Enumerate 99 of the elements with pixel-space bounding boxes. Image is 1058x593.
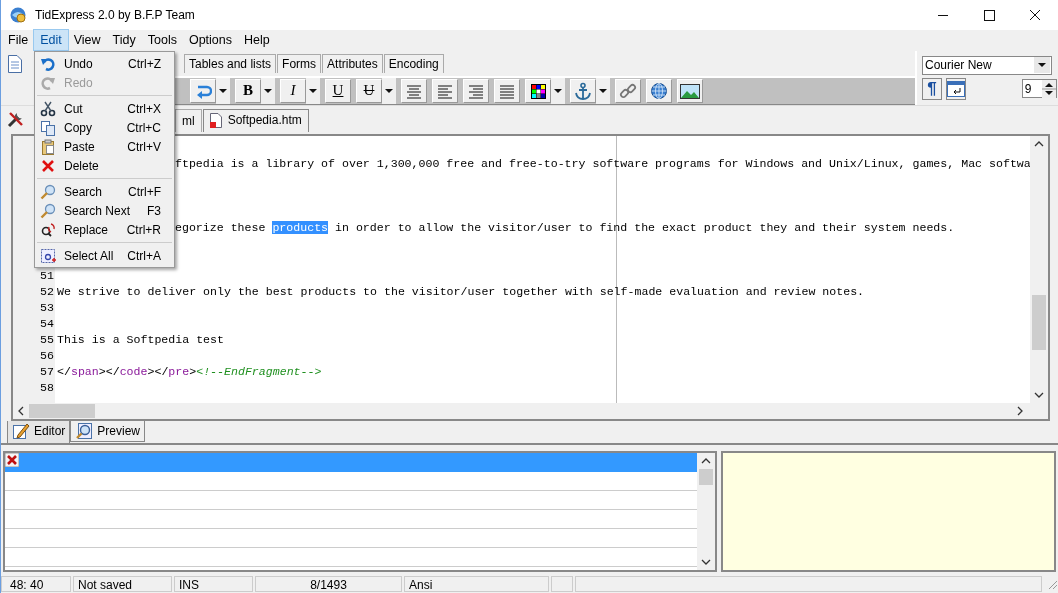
new-document-icon[interactable] <box>7 54 23 73</box>
justify-button[interactable] <box>494 78 520 103</box>
scrollbar-thumb[interactable] <box>29 403 95 418</box>
resize-grip-icon <box>1046 578 1058 591</box>
menu-entry[interactable]: Copy Ctrl+C <box>35 118 174 137</box>
return-arrow-button[interactable] <box>190 78 216 103</box>
status-panel <box>551 576 573 593</box>
toolbar-tab[interactable]: Forms <box>277 53 322 73</box>
magnifier-page-icon <box>75 421 94 440</box>
landscape-button[interactable] <box>677 78 703 103</box>
menu-entry[interactable]: Replace Ctrl+R <box>35 220 174 239</box>
menu-item[interactable]: Tools <box>141 30 183 51</box>
pencil-page-icon <box>12 421 30 440</box>
scissors-icon <box>40 100 56 117</box>
html-file-icon <box>209 112 222 128</box>
landscape-icon <box>680 81 700 100</box>
status-text: Ansi <box>404 576 549 593</box>
scrollbar-thumb[interactable] <box>699 468 713 485</box>
search-icon <box>40 202 56 219</box>
line-number: 54 <box>40 316 54 330</box>
window-title: TidExpress 2.0 by B.F.P Team <box>35 8 196 22</box>
color-grid-button[interactable] <box>525 78 551 103</box>
color-grid-icon <box>529 81 547 100</box>
menu-entry[interactable]: Undo Ctrl+Z <box>35 54 174 73</box>
status-text: INS <box>174 576 253 593</box>
menu-entry[interactable]: Cut Ctrl+X <box>35 99 174 118</box>
document-tab[interactable]: Softpedia.htm <box>202 108 309 132</box>
clipboard-icon <box>40 138 56 155</box>
menu-entry[interactable]: Search Next F3 <box>35 201 174 220</box>
code-line: </span></code></pre><!--EndFragment--> <box>57 364 322 378</box>
menu-entry[interactable]: Paste Ctrl+V <box>35 137 174 156</box>
dropdown-button[interactable] <box>216 77 230 104</box>
underline-button[interactable]: U <box>325 78 351 103</box>
anchor-button[interactable] <box>570 78 596 103</box>
app-globe-icon <box>9 6 27 24</box>
line-number: 57 <box>40 364 54 378</box>
wrap-window-icon <box>946 80 965 97</box>
caret-icon <box>1034 57 1050 74</box>
menu-item[interactable]: Edit <box>34 30 68 51</box>
status-text: 48: 40 <box>1 576 71 593</box>
delete-icon <box>40 157 56 174</box>
align-right-button[interactable] <box>463 78 489 103</box>
line-number: 51 <box>40 268 54 282</box>
menu-entry[interactable]: Select All Ctrl+A <box>35 246 174 265</box>
font-dropdown[interactable]: Courier New <box>922 55 1052 75</box>
vertical-scrollbar[interactable] <box>697 452 715 571</box>
globe-icon <box>650 81 668 100</box>
line-number: 58 <box>40 380 54 394</box>
chain-link-icon <box>619 81 637 100</box>
redo-icon <box>40 74 56 91</box>
anchor-icon <box>574 81 592 100</box>
strikethrough-button[interactable]: U <box>356 78 382 103</box>
code-line: egorize these products in order to allow the visitor/user to find the exact product they and their system needs. <box>175 220 955 234</box>
line-number: 56 <box>40 348 54 362</box>
line-number: 55 <box>40 332 54 346</box>
code-line: We strive to deliver only the best products to the visitor/user together with self-made evaluation and review notes. <box>57 284 865 298</box>
dropdown-button[interactable] <box>596 77 610 104</box>
globe-button[interactable] <box>646 78 672 103</box>
paragraph-button[interactable]: ¶ <box>922 77 942 100</box>
line-number: 52 <box>40 284 54 298</box>
menu-entry[interactable]: Delete <box>35 156 174 175</box>
tools-icon[interactable] <box>7 109 25 128</box>
scrollbar-thumb[interactable] <box>1032 294 1046 350</box>
menu-item[interactable]: Options <box>182 30 238 51</box>
search-icon <box>40 183 56 200</box>
line-number: 53 <box>40 300 54 314</box>
code-line: ftpedia is a library of over 1,300,000 free and free-to-try software programs for Windows and Unix/Linux, games, Mac softwa <box>175 156 1030 170</box>
font-size-field[interactable]: 9 <box>1021 79 1057 99</box>
dropdown-button[interactable] <box>306 77 320 104</box>
code-line: This is a Softpedia test <box>57 332 224 346</box>
align-left-button[interactable] <box>432 78 458 103</box>
toolbar-tab[interactable]: Encoding <box>383 53 444 73</box>
align-center-button[interactable] <box>401 78 427 103</box>
undo-icon <box>40 55 56 72</box>
word-wrap-button[interactable] <box>945 77 966 100</box>
dropdown-button[interactable] <box>551 77 565 104</box>
menu-item[interactable]: Tidy <box>106 30 142 51</box>
view-tab[interactable]: Preview <box>70 420 146 442</box>
vertical-scrollbar[interactable] <box>1030 135 1048 403</box>
bold-button[interactable]: B <box>235 78 261 103</box>
dropdown-button[interactable] <box>261 77 275 104</box>
menu-item[interactable]: View <box>67 30 107 51</box>
toolbar-tab[interactable]: Attributes <box>322 53 383 73</box>
menu-item[interactable]: File <box>1 30 35 51</box>
status-text: Not saved <box>73 576 172 593</box>
spin-arrows-icon <box>1042 79 1056 98</box>
select-all-icon <box>40 247 56 264</box>
menu-item[interactable]: Help <box>238 30 276 51</box>
clear-button[interactable] <box>5 452 19 467</box>
dropdown-button[interactable] <box>382 77 396 104</box>
horizontal-scrollbar[interactable] <box>13 402 1048 419</box>
menu-entry[interactable]: Search Ctrl+F <box>35 182 174 201</box>
status-text: 8/1493 <box>255 576 402 593</box>
replace-icon <box>40 221 56 238</box>
chain-link-button[interactable] <box>615 78 641 103</box>
toolbar-tab[interactable]: Tables and lists <box>184 53 277 73</box>
copy-icon <box>40 119 56 136</box>
italic-button[interactable]: I <box>280 78 306 103</box>
view-tab[interactable]: Editor <box>7 420 71 444</box>
